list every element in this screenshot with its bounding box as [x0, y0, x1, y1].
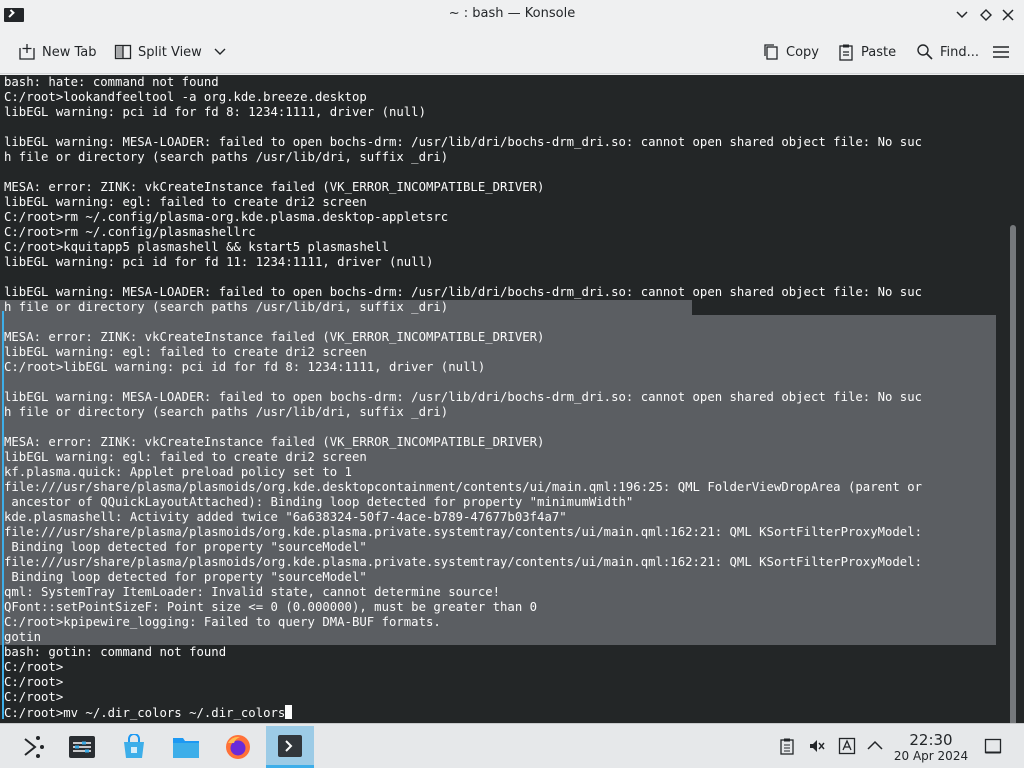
terminal-line: libEGL warning: egl: failed to create dr…	[4, 345, 367, 359]
terminal-line: MESA: error: ZINK: vkCreateInstance fail…	[4, 330, 545, 344]
terminal-line: libEGL warning: egl: failed to create dr…	[4, 450, 367, 464]
clock-date[interactable]: 20 Apr 2024	[893, 749, 969, 763]
new-tab-icon	[19, 44, 35, 60]
chevron-down-icon	[956, 11, 968, 19]
terminal-line: QFont::setPointSizeF: Point size <= 0 (0…	[4, 600, 538, 614]
terminal-line: qml: SystemTray ItemLoader: Invalid stat…	[4, 585, 501, 599]
terminal-line: libEGL warning: pci id for fd 11: 1234:1…	[4, 255, 434, 269]
split-view-button[interactable]: Split View	[110, 39, 230, 65]
new-tab-button[interactable]: New Tab	[14, 39, 101, 65]
konsole-icon	[278, 734, 302, 757]
terminal-line: libEGL warning: MESA-LOADER: failed to o…	[4, 390, 923, 404]
show-desktop-icon[interactable]	[984, 737, 1002, 755]
taskbar-system-settings[interactable]	[58, 726, 106, 768]
terminal-line: C:/root>kquitapp5 plasmashell && kstart5…	[4, 240, 389, 254]
terminal-line: file:///usr/share/plasma/plasmoids/org.k…	[4, 525, 923, 539]
terminal-line: C:/root>kpipewire_logging: Failed to que…	[4, 615, 441, 629]
firefox-icon	[226, 735, 250, 759]
paste-icon	[839, 44, 853, 61]
terminal-line: Binding loop detected for property "sour…	[4, 570, 367, 584]
taskbar: 22:30 20 Apr 2024	[0, 723, 1024, 768]
terminal-output: bash: hate: command not found C:/root>loo…	[4, 75, 922, 720]
terminal-line: C:/root>libEGL warning: pci id for fd 8:…	[4, 360, 486, 374]
minimize-button[interactable]	[952, 5, 972, 25]
split-view-icon	[114, 44, 132, 60]
kde-launcher-icon	[24, 736, 44, 758]
application-launcher[interactable]	[10, 726, 58, 768]
title-bar: ~ : bash — Konsole	[0, 0, 1024, 30]
terminal-line: ancestor of QQuickLayoutAttached): Bindi…	[4, 495, 634, 509]
terminal-line: Binding loop detected for property "sour…	[4, 540, 367, 554]
window-title: ~ : bash — Konsole	[448, 6, 576, 21]
terminal-line: C:/root>	[4, 675, 64, 689]
clipboard-icon[interactable]	[778, 737, 796, 755]
terminal-line: MESA: error: ZINK: vkCreateInstance fail…	[4, 180, 545, 194]
system-settings-icon	[69, 736, 95, 758]
terminal-line: file:///usr/share/plasma/plasmoids/org.k…	[4, 480, 923, 494]
folder-icon	[173, 738, 199, 758]
terminal-line: libEGL warning: MESA-LOADER: failed to o…	[4, 285, 923, 299]
terminal-line: kf.plasma.quick: Applet preload policy s…	[4, 465, 352, 479]
terminal-line: kde.plasmashell: Activity added twice "6…	[4, 510, 567, 524]
copy-icon	[764, 44, 778, 60]
chevron-up-icon[interactable]	[866, 737, 884, 755]
text-cursor	[285, 705, 293, 719]
hamburger-menu-button[interactable]	[988, 39, 1014, 65]
clock-time[interactable]: 22:30	[893, 731, 969, 749]
volume-muted-icon[interactable]	[808, 737, 826, 755]
taskbar-firefox[interactable]	[214, 726, 262, 768]
terminal-line: h file or directory (search paths /usr/l…	[4, 405, 449, 419]
terminal-line: C:/root>rm ~/.config/plasmashellrc	[4, 225, 256, 239]
close-button[interactable]	[998, 5, 1018, 25]
new-tab-label: New Tab	[42, 44, 97, 60]
terminal-line: libEGL warning: pci id for fd 8: 1234:11…	[4, 105, 426, 119]
terminal-line: MESA: error: ZINK: vkCreateInstance fail…	[4, 435, 545, 449]
hamburger-menu-icon	[993, 46, 1009, 58]
find-label: Find...	[940, 44, 980, 60]
copy-label: Copy	[786, 44, 819, 60]
search-icon	[917, 44, 933, 60]
toolbar: New Tab Split View Copy Paste Find...	[0, 30, 1024, 74]
taskbar-discover[interactable]	[110, 726, 158, 768]
copy-button[interactable]: Copy	[758, 39, 823, 65]
scrollbar[interactable]	[1010, 225, 1016, 723]
terminal-line: h file or directory (search paths /usr/l…	[4, 150, 449, 164]
paste-button[interactable]: Paste	[833, 39, 900, 65]
terminal-line: libEGL warning: MESA-LOADER: failed to o…	[4, 135, 923, 149]
terminal-line: C:/root>lookandfeeltool -a org.kde.breez…	[4, 90, 367, 104]
find-button[interactable]: Find...	[912, 39, 983, 65]
terminal-line: bash: hate: command not found	[4, 75, 219, 89]
chevron-down-icon	[214, 48, 226, 55]
terminal-view[interactable]: bash: hate: command not found C:/root>loo…	[0, 75, 1024, 723]
maximize-button[interactable]	[976, 5, 996, 25]
diamond-icon	[980, 9, 992, 21]
terminal-line: C:/root>mv ~/.dir_colors ~/.dir_colors	[4, 705, 922, 720]
taskbar-konsole[interactable]	[266, 726, 314, 768]
taskbar-dolphin[interactable]	[162, 726, 210, 768]
close-icon	[1002, 9, 1014, 21]
terminal-line: libEGL warning: egl: failed to create dr…	[4, 195, 367, 209]
split-view-label: Split View	[138, 44, 202, 60]
paste-label: Paste	[861, 44, 897, 60]
terminal-line: file:///usr/share/plasma/plasmoids/org.k…	[4, 555, 923, 569]
terminal-line: C:/root>	[4, 660, 64, 674]
terminal-line: gotin	[4, 630, 42, 644]
discover-store-icon	[124, 734, 144, 758]
terminal-line: C:/root>	[4, 690, 64, 704]
input-method-icon[interactable]	[838, 737, 856, 755]
terminal-line: h file or directory (search paths /usr/l…	[4, 300, 449, 314]
terminal-line: bash: gotin: command not found	[4, 645, 227, 659]
terminal-line: C:/root>rm ~/.config/plasma-org.kde.plas…	[4, 210, 449, 224]
